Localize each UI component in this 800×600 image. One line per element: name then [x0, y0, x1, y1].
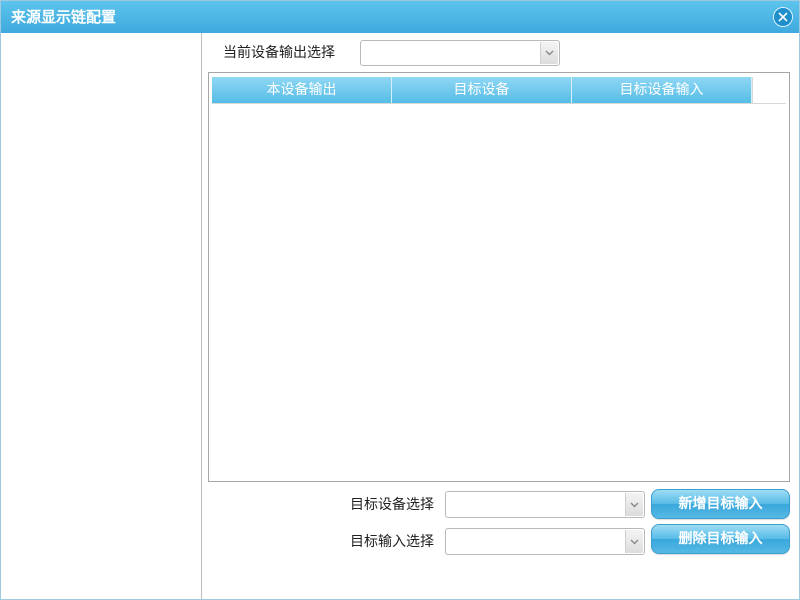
- target-input-dropdown-button[interactable]: [625, 530, 643, 553]
- target-input-label: 目标输入选择: [350, 534, 434, 550]
- close-button[interactable]: [773, 7, 793, 27]
- column-header-target-input[interactable]: 目标设备输入: [572, 77, 752, 103]
- link-table: 本设备输出 目标设备 目标设备输入: [208, 72, 790, 482]
- left-panel: [2, 33, 202, 599]
- target-input-select[interactable]: [445, 528, 645, 555]
- chevron-down-icon: [545, 50, 554, 56]
- target-device-label: 目标设备选择: [350, 497, 434, 513]
- column-header-local-output[interactable]: 本设备输出: [212, 77, 392, 103]
- target-device-select[interactable]: [445, 491, 645, 518]
- add-target-input-button[interactable]: 新增目标输入: [651, 489, 790, 519]
- delete-target-input-button[interactable]: 删除目标输入: [651, 524, 790, 554]
- current-output-select[interactable]: [360, 40, 560, 66]
- chevron-down-icon: [630, 502, 639, 507]
- close-icon: [778, 12, 788, 22]
- dialog-window: 来源显示链配置 当前设备输出选择 本设备输出 目标设备 目标设备输入 目标设备选…: [0, 0, 800, 600]
- target-device-dropdown-button[interactable]: [625, 493, 643, 516]
- current-output-dropdown-button[interactable]: [540, 42, 558, 64]
- column-header-target-device[interactable]: 目标设备: [392, 77, 572, 103]
- window-title: 来源显示链配置: [11, 8, 117, 26]
- header-filler: [752, 77, 786, 103]
- title-bar: 来源显示链配置: [1, 1, 799, 33]
- chevron-down-icon: [630, 539, 639, 544]
- table-header: 本设备输出 目标设备 目标设备输入: [212, 77, 786, 104]
- current-output-label: 当前设备输出选择: [223, 45, 335, 61]
